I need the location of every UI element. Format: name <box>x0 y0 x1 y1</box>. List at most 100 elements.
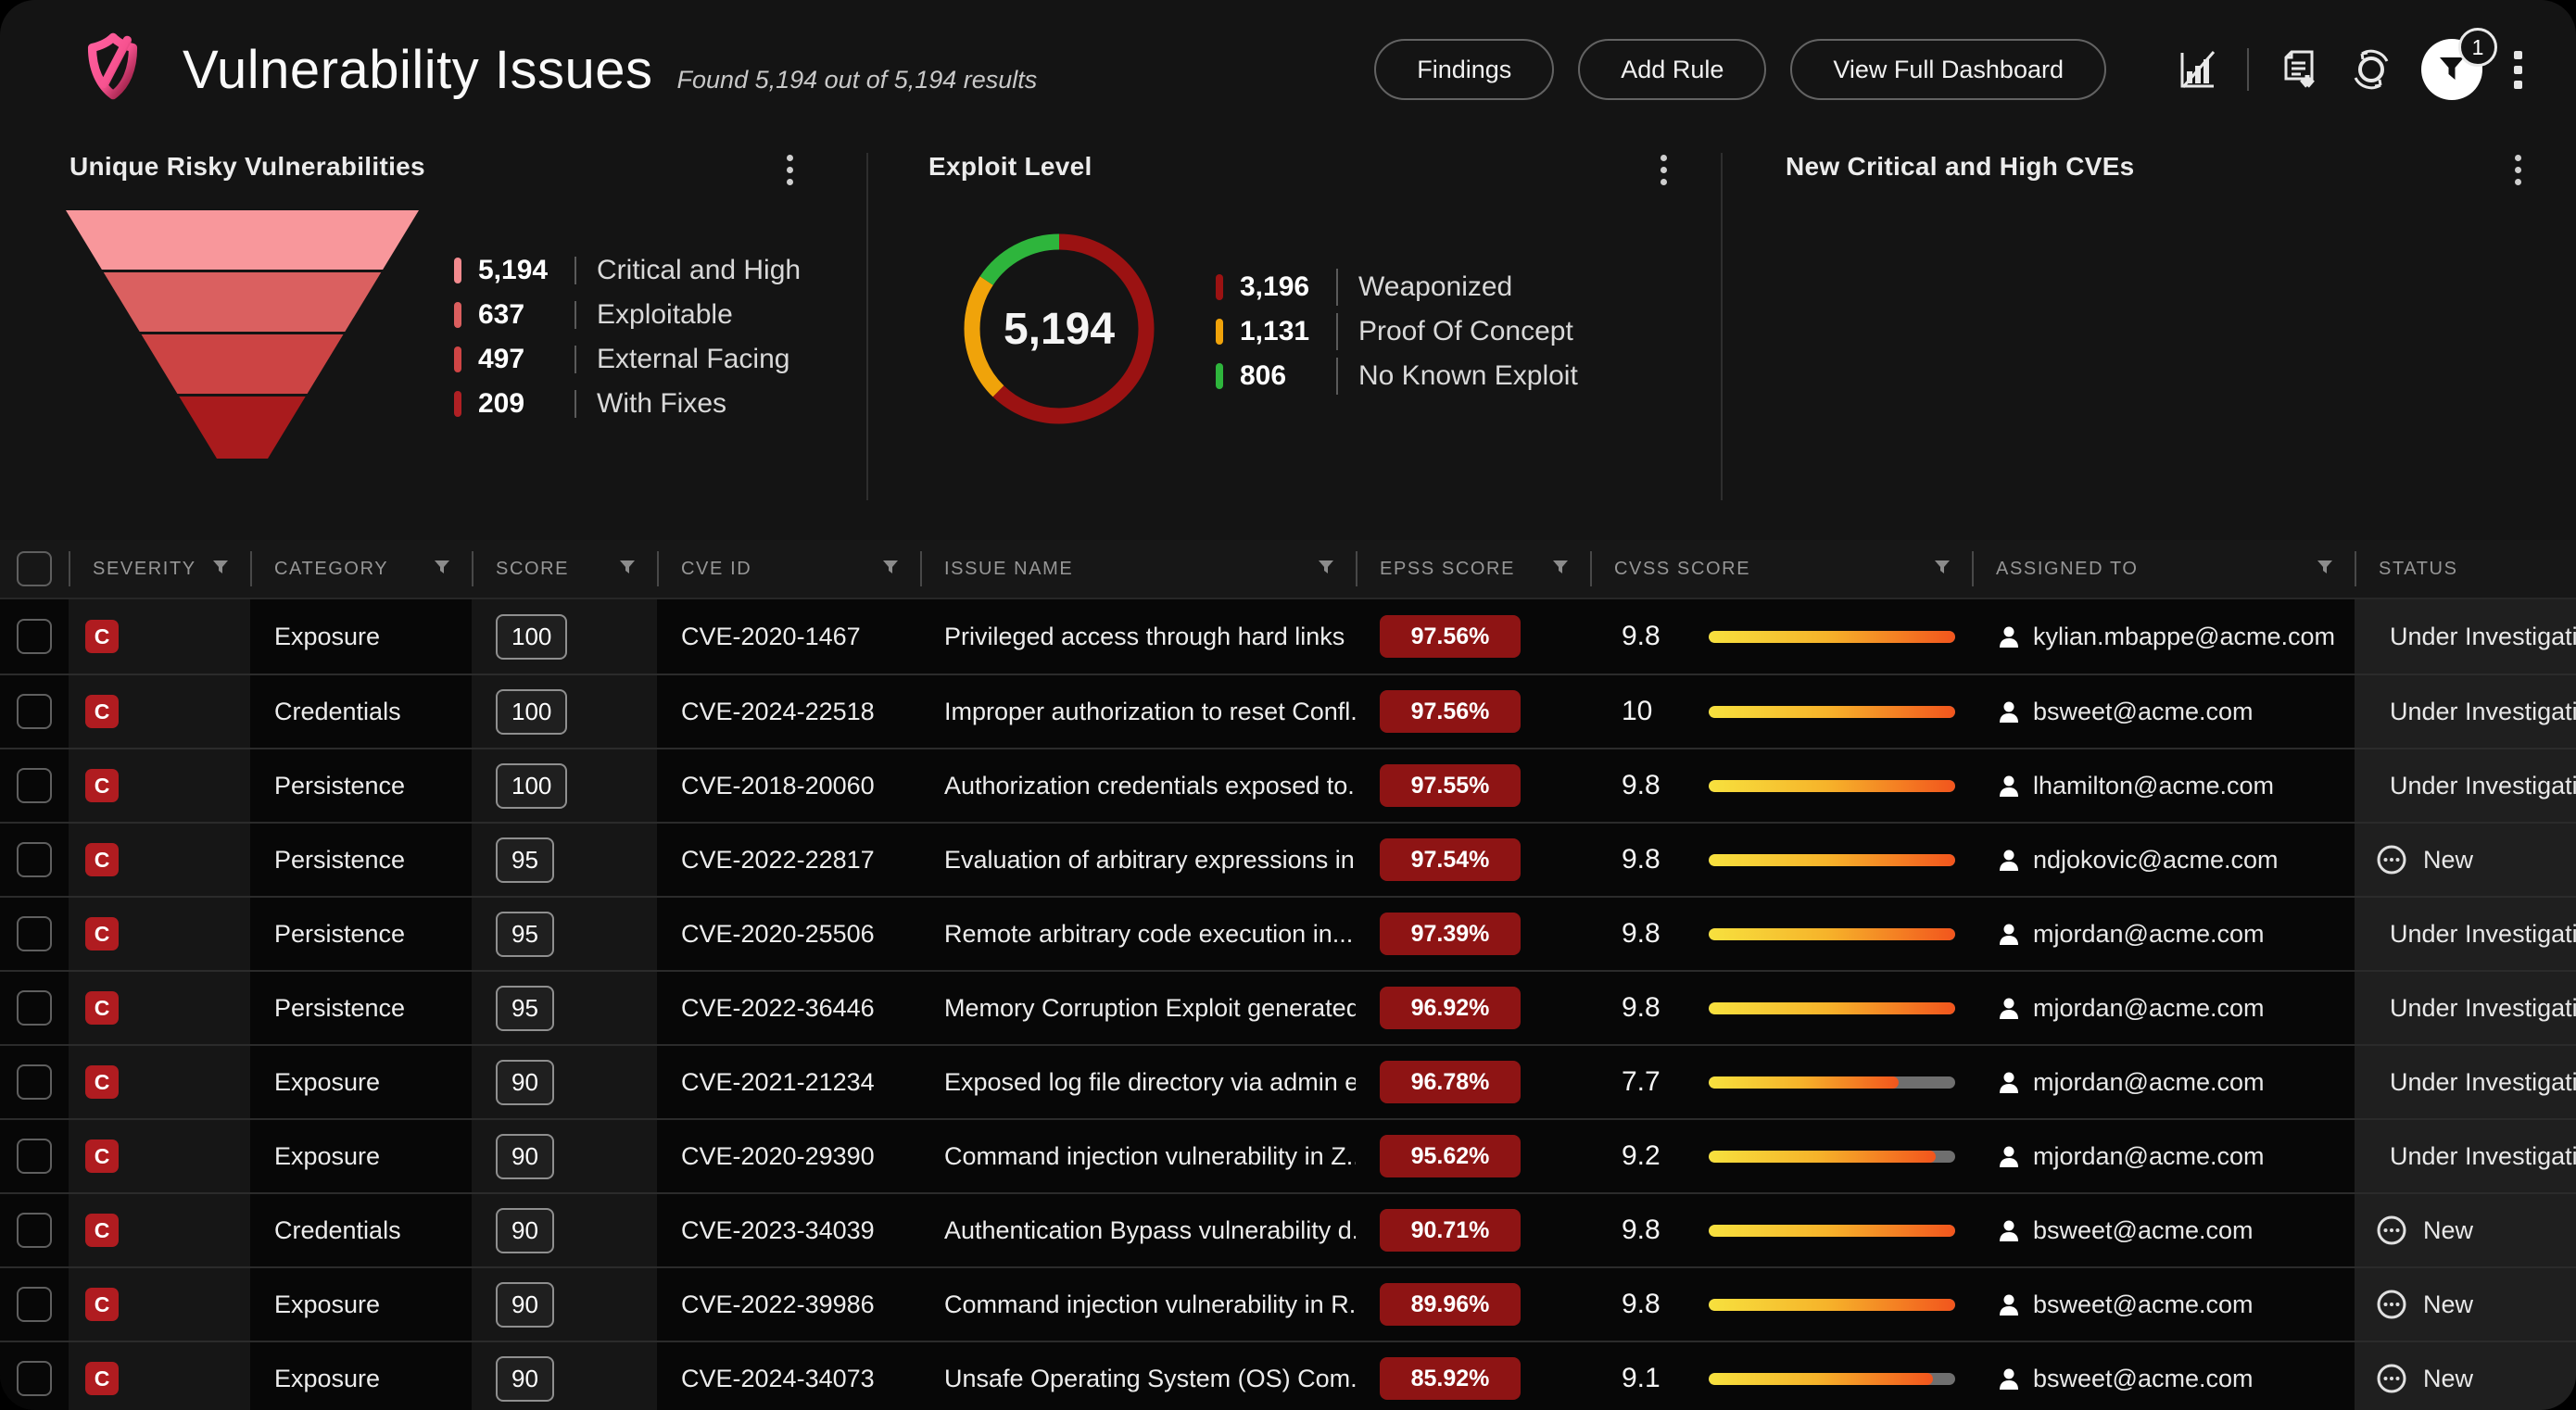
select-all-checkbox[interactable] <box>17 551 52 586</box>
row-checkbox[interactable] <box>17 916 52 951</box>
column-header-severity[interactable]: SEVERITY <box>69 540 250 598</box>
column-filter-button[interactable] <box>618 558 637 581</box>
row-checkbox[interactable] <box>17 768 52 803</box>
cvss-bar-fill <box>1709 780 1955 792</box>
new-status-icon <box>2375 1288 2408 1321</box>
column-filter-icon[interactable] <box>2316 558 2334 576</box>
row-checkbox[interactable] <box>17 694 52 729</box>
legend-label: Critical and High <box>597 255 801 286</box>
legend-divider <box>575 257 576 284</box>
column-filter-icon[interactable] <box>881 558 900 576</box>
cvss-bar-fill <box>1709 1076 1899 1089</box>
score-cell: 90 <box>472 1194 657 1266</box>
row-checkbox[interactable] <box>17 1361 52 1396</box>
cvss-bar-fill <box>1709 1373 1933 1385</box>
score-chip: 95 <box>496 837 554 883</box>
assigned-to-cell: ndjokovic@acme.com <box>1972 824 2355 896</box>
row-checkbox[interactable] <box>17 990 52 1026</box>
cve-id-text: CVE-2024-22518 <box>681 698 875 726</box>
table-row[interactable]: CExposure90CVE-2024-34073Unsafe Operatin… <box>0 1341 2576 1410</box>
column-filter-button[interactable] <box>1933 558 1951 581</box>
column-header-assigned_to[interactable]: ASSIGNED TO <box>1972 540 2355 598</box>
cve-id-cell: CVE-2022-36446 <box>657 972 920 1044</box>
column-header-epss_score[interactable]: EPSS SCORE <box>1356 540 1590 598</box>
legend-label: Proof Of Concept <box>1358 316 1573 347</box>
cvss-value: 9.8 <box>1622 1289 1709 1320</box>
status-text: Under Investigation <box>2390 920 2576 949</box>
category-cell: Persistence <box>250 972 472 1044</box>
score-chip: 90 <box>496 1356 554 1402</box>
cve-id-cell: CVE-2024-22518 <box>657 675 920 748</box>
column-filter-button[interactable] <box>433 558 451 581</box>
column-filter-icon[interactable] <box>618 558 637 576</box>
assigned-to-cell: bsweet@acme.com <box>1972 1342 2355 1410</box>
findings-button[interactable]: Findings <box>1374 39 1554 100</box>
column-filter-icon[interactable] <box>1317 558 1335 576</box>
column-label: ISSUE NAME <box>944 559 1073 580</box>
column-filter-button[interactable] <box>211 558 230 581</box>
legend-value: 637 <box>478 299 571 331</box>
row-select-cell <box>0 898 69 970</box>
column-filter-icon[interactable] <box>433 558 451 576</box>
export-report-icon[interactable] <box>2277 47 2321 92</box>
score-cell: 100 <box>472 675 657 748</box>
table-row[interactable]: CExposure100CVE-2020-1467Privileged acce… <box>0 599 2576 674</box>
row-checkbox[interactable] <box>17 1287 52 1322</box>
epss-score-cell: 89.96% <box>1356 1268 1590 1341</box>
row-checkbox[interactable] <box>17 619 52 654</box>
column-filter-icon[interactable] <box>1933 558 1951 576</box>
column-filter-button[interactable] <box>2316 558 2334 581</box>
overflow-menu-button[interactable] <box>2514 47 2522 92</box>
legend-value: 3,196 <box>1240 271 1332 303</box>
charts-toggle-icon[interactable] <box>2175 47 2219 92</box>
row-checkbox[interactable] <box>17 1139 52 1174</box>
severity-cell: C <box>69 599 250 674</box>
new-status-icon <box>2375 1214 2408 1247</box>
column-header-category[interactable]: CATEGORY <box>250 540 472 598</box>
legend-label: With Fixes <box>597 388 726 420</box>
cvss-bar <box>1709 1002 1955 1014</box>
sync-icon[interactable] <box>2349 47 2393 92</box>
table-row[interactable]: CCredentials90CVE-2023-34039Authenticati… <box>0 1192 2576 1266</box>
issue-name-cell: Memory Corruption Exploit generated <box>920 972 1356 1044</box>
column-header-status[interactable]: STATUS <box>2355 540 2576 598</box>
column-filter-button[interactable] <box>1317 558 1335 581</box>
epss-badge: 97.54% <box>1380 838 1521 881</box>
row-checkbox[interactable] <box>17 1064 52 1100</box>
cve-stat <box>1786 264 2047 297</box>
table-row[interactable]: CPersistence95CVE-2022-22817Evaluation o… <box>0 822 2576 896</box>
panel-menu-button[interactable] <box>1657 148 1671 192</box>
cve-id-cell: CVE-2023-34039 <box>657 1194 920 1266</box>
table-row[interactable]: CCredentials100CVE-2024-22518Improper au… <box>0 674 2576 748</box>
column-header-issue_name[interactable]: ISSUE NAME <box>920 540 1356 598</box>
panel-menu-button[interactable] <box>783 148 797 192</box>
add-rule-button[interactable]: Add Rule <box>1578 39 1766 100</box>
row-select-cell <box>0 1194 69 1266</box>
panel-menu-button[interactable] <box>2511 148 2525 192</box>
column-header-cve_id[interactable]: CVE ID <box>657 540 920 598</box>
assigned-email: bsweet@acme.com <box>2033 698 2254 726</box>
table-row[interactable]: CPersistence100CVE-2018-20060Authorizati… <box>0 748 2576 822</box>
table-row[interactable]: CExposure90CVE-2020-29390Command injecti… <box>0 1118 2576 1192</box>
header-select-all-cell <box>0 540 69 598</box>
category-cell: Exposure <box>250 1342 472 1410</box>
column-filter-button[interactable] <box>1551 558 1570 581</box>
epss-badge: 97.39% <box>1380 913 1521 955</box>
table-row[interactable]: CExposure90CVE-2022-39986Command injecti… <box>0 1266 2576 1341</box>
column-filter-icon[interactable] <box>1551 558 1570 576</box>
column-header-cvss_score[interactable]: CVSS SCORE <box>1590 540 1972 598</box>
cve-stat <box>2047 264 2308 297</box>
table-row[interactable]: CPersistence95CVE-2020-25506Remote arbit… <box>0 896 2576 970</box>
table-header-row: SEVERITYCATEGORYSCORECVE ID ISSUE NAME EPS… <box>0 540 2576 599</box>
table-row[interactable]: CExposure90CVE-2021-21234Exposed log fil… <box>0 1044 2576 1118</box>
column-filter-button[interactable] <box>881 558 900 581</box>
new-status-icon <box>2375 843 2408 876</box>
active-filters-control[interactable]: 1 <box>2421 39 2482 100</box>
row-checkbox[interactable] <box>17 1213 52 1248</box>
column-filter-icon[interactable] <box>211 558 230 576</box>
view-full-dashboard-button[interactable]: View Full Dashboard <box>1790 39 2106 100</box>
column-header-score[interactable]: SCORE <box>472 540 657 598</box>
row-checkbox[interactable] <box>17 842 52 877</box>
table-row[interactable]: CPersistence95CVE-2022-36446Memory Corru… <box>0 970 2576 1044</box>
severity-cell: C <box>69 1046 250 1118</box>
